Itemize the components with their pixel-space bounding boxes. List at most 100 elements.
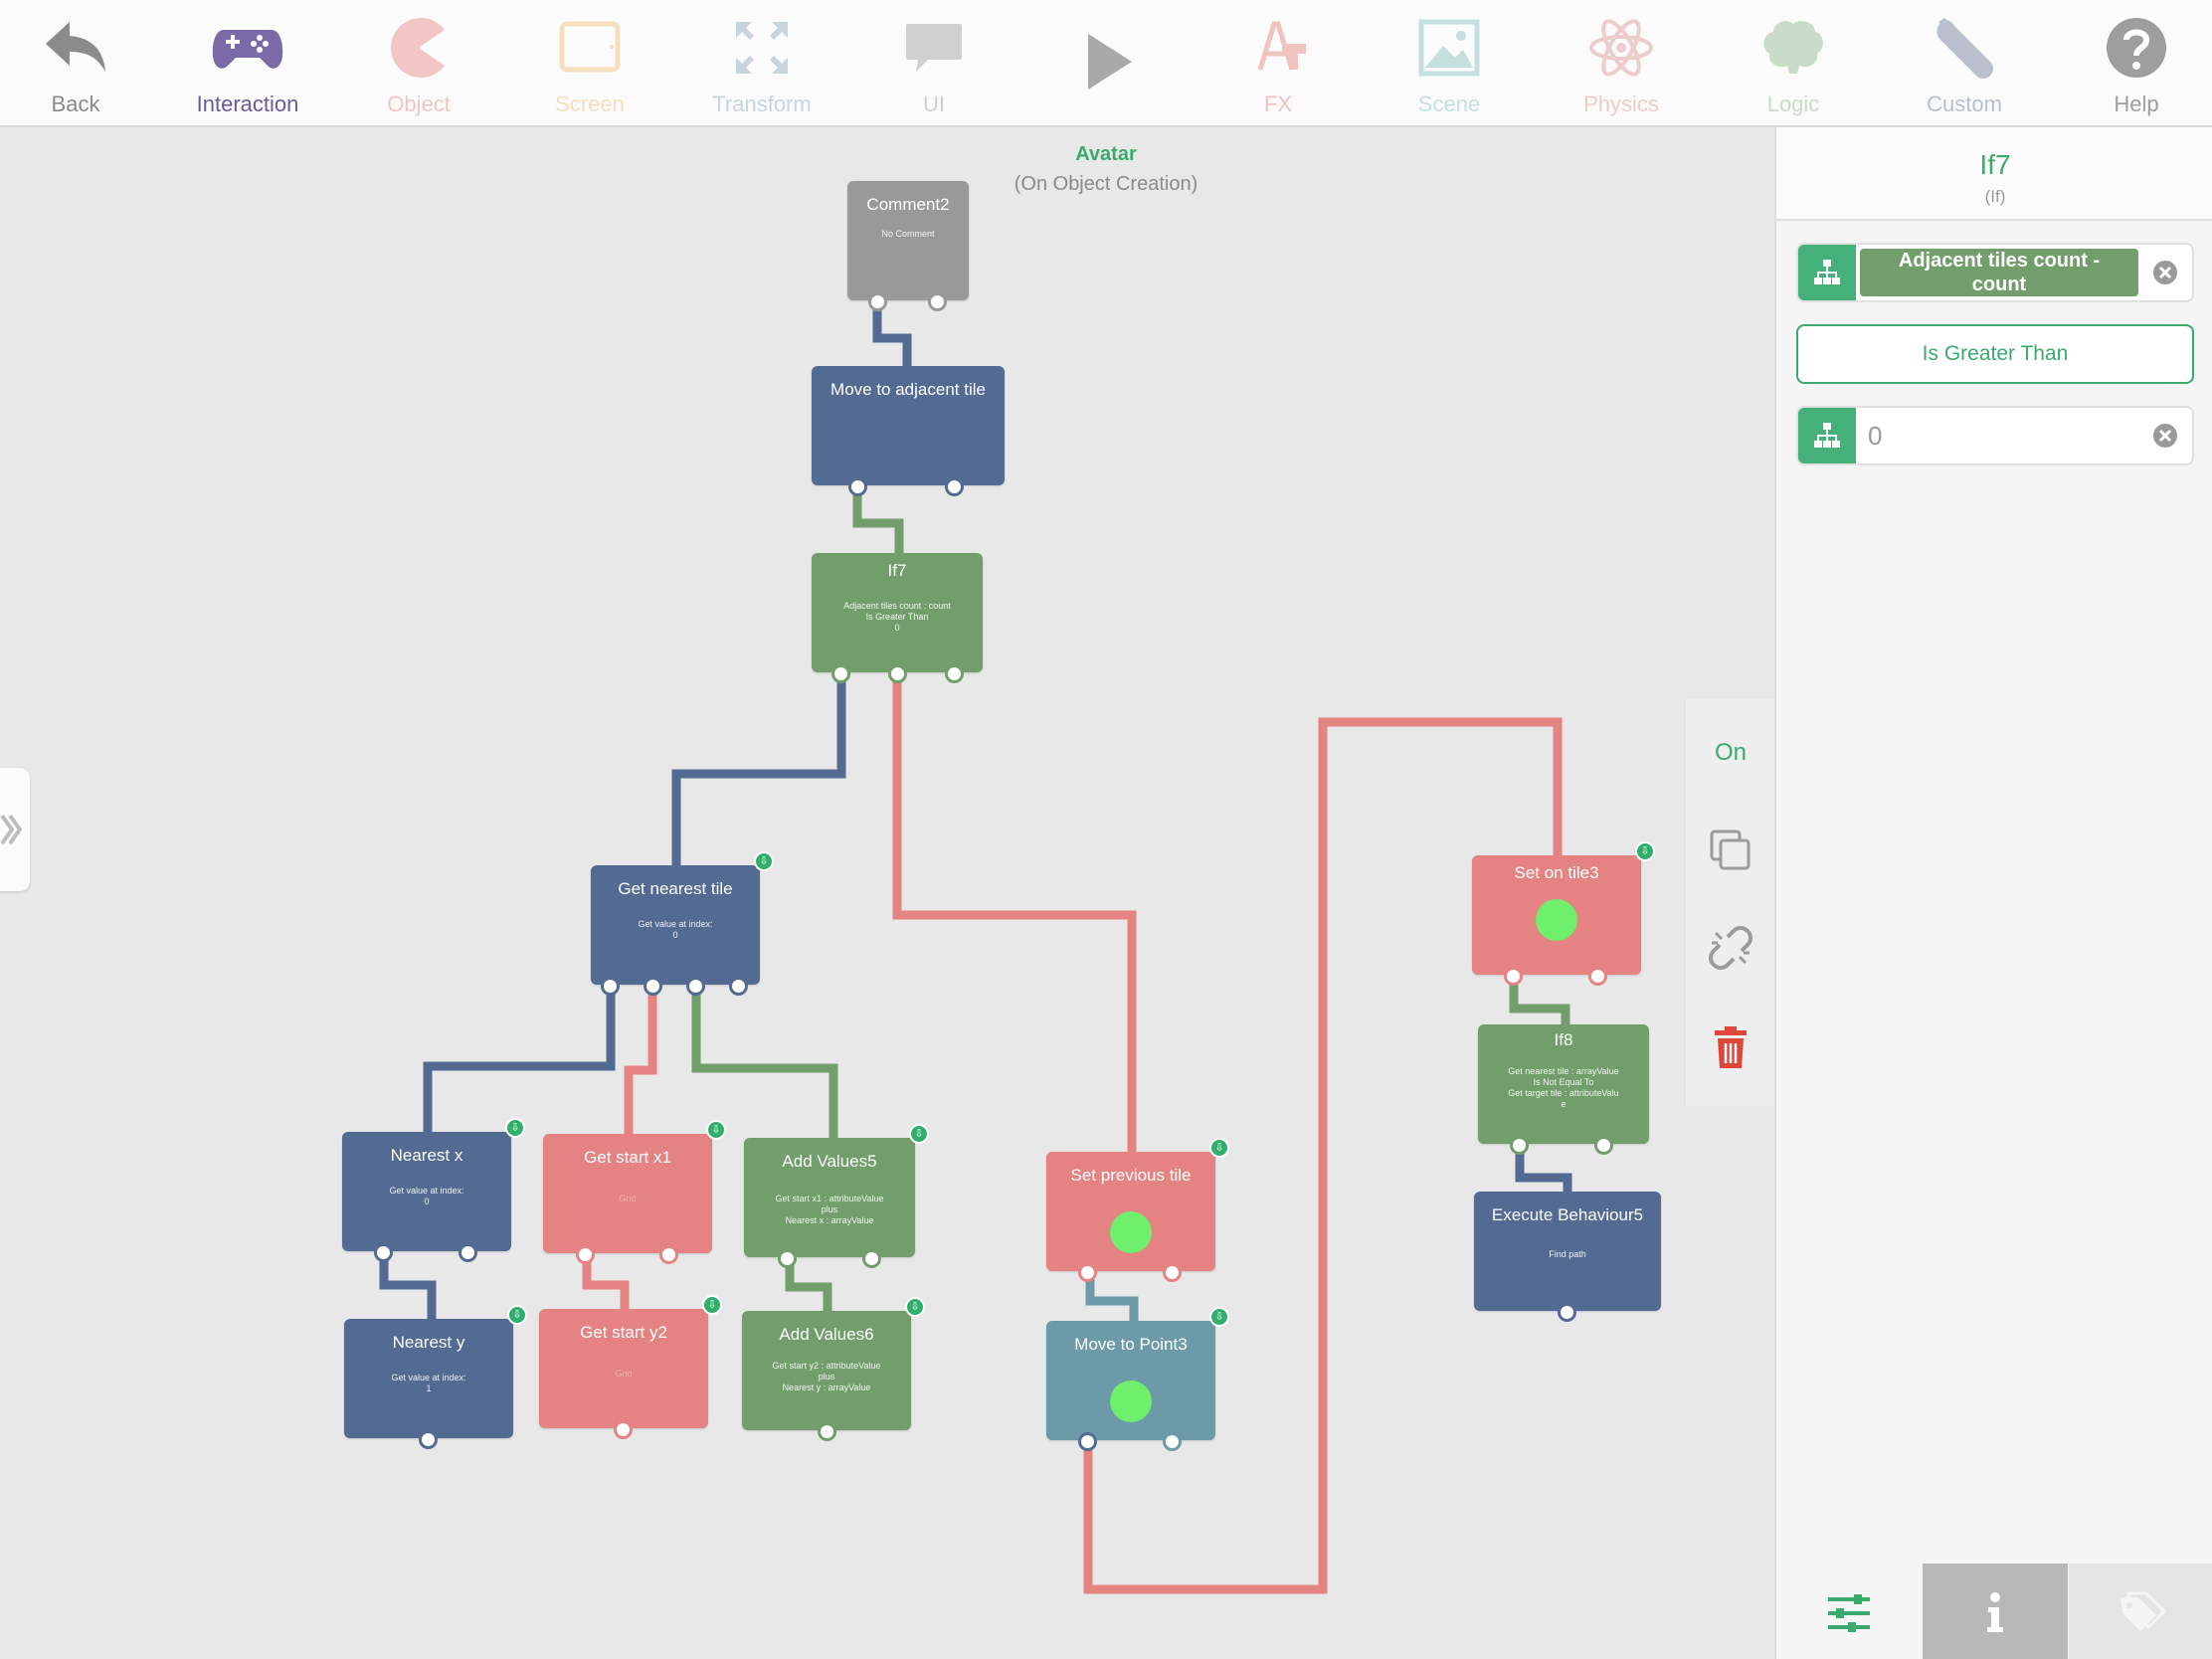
output-port[interactable] [778, 1249, 797, 1268]
output-port[interactable] [644, 977, 662, 996]
output-port[interactable] [862, 1249, 881, 1268]
output-port[interactable] [576, 1245, 595, 1264]
output-badge-icon: ⇩ [1209, 1307, 1229, 1327]
fx-button[interactable]: FX [1193, 0, 1364, 125]
node-nearest-x[interactable]: ⇩ Nearest x Get value at index: 0 [342, 1118, 525, 1262]
node-subtitle: Get value at index: 0 [389, 1186, 464, 1206]
node-get-start-x1[interactable]: ⇩ Get start x1 Grid [543, 1120, 726, 1264]
delete-button[interactable] [1686, 1014, 1775, 1084]
clear-icon[interactable] [2152, 423, 2178, 449]
node-if7[interactable]: If7 Adjacent tiles count : count Is Grea… [812, 553, 983, 683]
object-button[interactable]: Object [333, 0, 504, 125]
output-port[interactable] [1510, 1136, 1529, 1155]
operator-button[interactable]: Is Greater Than [1796, 324, 2194, 384]
duplicate-icon [1710, 830, 1751, 870]
node-execute-behaviour5[interactable]: Execute Behaviour5 Find path [1474, 1192, 1661, 1322]
output-port[interactable] [1504, 967, 1523, 986]
output-port[interactable] [945, 477, 964, 496]
output-port[interactable] [928, 292, 947, 311]
output-port[interactable] [868, 292, 887, 311]
node-get-start-y2[interactable]: ⇩ Get start y2 Grid [539, 1295, 722, 1439]
node-move-adjacent[interactable]: Move to adjacent tile [812, 366, 1005, 496]
node-set-previous-tile[interactable]: ⇩ Set previous tile [1046, 1138, 1229, 1282]
image-icon [1418, 19, 1480, 77]
output-port[interactable] [614, 1420, 633, 1439]
screen-button[interactable]: Screen [504, 0, 675, 125]
play-button[interactable] [1020, 0, 1192, 125]
left-operand-field[interactable]: Adjacent tiles count - count [1796, 243, 2194, 302]
clear-icon[interactable] [2152, 260, 2178, 285]
scene-button[interactable]: Scene [1364, 0, 1535, 125]
node-move-to-point3[interactable]: ⇩ Move to Point3 [1046, 1307, 1229, 1451]
wire-add5-to-add6 [785, 1257, 832, 1311]
tab-properties[interactable] [1776, 1564, 1922, 1659]
wire-nearest-to-startx1 [624, 991, 657, 1134]
toggle-on-button[interactable]: On [1686, 718, 1775, 788]
output-port[interactable] [1594, 1136, 1613, 1155]
unlink-button[interactable] [1686, 913, 1775, 983]
help-button[interactable]: Help [2051, 0, 2212, 125]
ui-button[interactable]: UI [848, 0, 1019, 125]
output-port[interactable] [818, 1422, 836, 1441]
output-port[interactable] [1163, 1263, 1182, 1282]
transform-button[interactable]: Transform [676, 0, 847, 125]
output-badge-icon: ⇩ [909, 1124, 929, 1144]
transform-label: Transform [712, 92, 812, 116]
output-port[interactable] [659, 1245, 678, 1264]
logic-button[interactable]: Logic [1708, 0, 1879, 125]
node-title: Get start y2 [580, 1323, 667, 1342]
double-chevron-icon [0, 814, 22, 845]
output-port[interactable] [1163, 1432, 1182, 1451]
node-title: Add Values6 [779, 1325, 874, 1344]
output-port[interactable] [601, 977, 620, 996]
interaction-button[interactable]: Interaction [162, 0, 333, 125]
interaction-label: Interaction [196, 92, 299, 116]
right-operand-value[interactable]: 0 [1868, 408, 1882, 463]
inspector-title: If7 [1979, 149, 2011, 180]
output-port[interactable] [831, 664, 850, 683]
output-badge-icon: ⇩ [905, 1297, 925, 1317]
behaviour-canvas[interactable]: Avatar (On Object Creation) Comment2 No … [0, 127, 1774, 1659]
output-port[interactable] [459, 1243, 477, 1262]
node-add-values5[interactable]: ⇩ Add Values5 Get start x1 : attributeVa… [744, 1124, 929, 1268]
output-port[interactable] [1588, 967, 1607, 986]
output-port[interactable] [1558, 1303, 1576, 1322]
tab-tags[interactable] [2069, 1564, 2212, 1659]
wire-move-to-if7 [852, 489, 904, 553]
back-button[interactable]: Back [0, 0, 161, 125]
node-title: Execute Behaviour5 [1491, 1205, 1644, 1224]
status-dot-icon [1110, 1381, 1152, 1422]
wire-if8-to-exec5 [1515, 1146, 1572, 1194]
duplicate-button[interactable] [1686, 816, 1775, 885]
output-port[interactable] [848, 477, 867, 496]
output-port[interactable] [419, 1430, 438, 1449]
hierarchy-icon-container[interactable] [1798, 245, 1856, 300]
output-port[interactable] [374, 1243, 393, 1262]
output-port[interactable] [1078, 1263, 1097, 1282]
node-comment2[interactable]: Comment2 No Comment [847, 181, 969, 311]
hierarchy-icon-container[interactable] [1798, 408, 1856, 463]
custom-button[interactable]: Custom [1879, 0, 2050, 125]
inspector-tabs [1776, 1564, 2212, 1659]
status-dot-icon [1110, 1211, 1152, 1253]
output-port[interactable] [888, 664, 907, 683]
output-port[interactable] [945, 664, 964, 683]
object-label: Object [387, 92, 451, 116]
node-add-values6[interactable]: ⇩ Add Values6 Get start y2 : attributeVa… [742, 1297, 925, 1441]
tab-info[interactable] [1923, 1564, 2068, 1659]
node-nearest-y[interactable]: ⇩ Nearest y Get value at index: 1 [344, 1305, 527, 1449]
clock-port-icon[interactable] [1078, 1432, 1097, 1451]
node-set-on-tile3[interactable]: ⇩ Set on tile3 [1472, 841, 1655, 986]
drawer-toggle[interactable] [0, 768, 30, 891]
output-badge-icon: ⇩ [507, 1305, 527, 1325]
physics-label: Physics [1583, 92, 1659, 116]
node-if8[interactable]: If8 Get nearest tile : arrayValue Is Not… [1478, 1024, 1649, 1155]
output-port[interactable] [686, 977, 705, 996]
node-subtitle: Get start x1 : attributeValue plus Neare… [775, 1194, 884, 1225]
output-port[interactable] [729, 977, 748, 996]
event-title: (On Object Creation) [1014, 173, 1198, 195]
physics-button[interactable]: Physics [1536, 0, 1707, 125]
left-operand-value[interactable]: Adjacent tiles count - count [1860, 249, 2138, 296]
right-operand-field[interactable]: 0 [1796, 406, 2194, 465]
node-get-nearest-tile[interactable]: ⇩ Get nearest tile Get value at index: 0 [591, 851, 774, 996]
